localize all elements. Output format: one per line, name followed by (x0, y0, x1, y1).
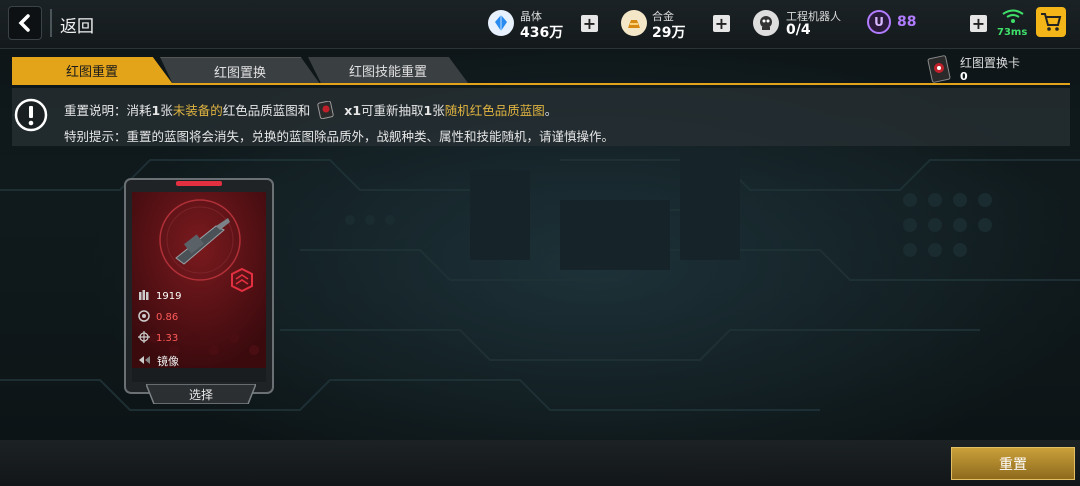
stat-accuracy: 1.33 (138, 331, 178, 346)
bottom-bar (0, 440, 1080, 486)
wifi-icon (1001, 8, 1025, 27)
add-crystal-button[interactable]: + (581, 15, 598, 32)
desc-end: 。 (544, 103, 558, 118)
alloy-icon (621, 10, 647, 36)
stat-skill: 镜像 (138, 353, 179, 369)
desc-mid2: 可重新抽取 (361, 103, 424, 118)
reset-button[interactable]: 重置 (951, 447, 1075, 480)
desc-x1: x1 (344, 103, 362, 118)
tab-underline (12, 83, 1070, 85)
back-label[interactable]: 返回 (60, 12, 94, 37)
blueprint-card[interactable]: 1919 0.86 1.33 镜像 (124, 178, 274, 394)
tab-reset[interactable]: 红图重置 (12, 57, 172, 83)
premium-value: 88 (897, 14, 917, 30)
stat-accuracy-value: 1.33 (156, 333, 179, 344)
desc-random: 随机红色品质蓝图 (444, 103, 545, 118)
stat-ammo: 1919 (138, 289, 181, 304)
stat-rate: 0.86 (138, 310, 178, 325)
exchange-card-count: 0 (960, 70, 968, 83)
tab-exchange[interactable]: 红图置换 (160, 57, 320, 84)
alloy-value: 29万 (652, 25, 686, 41)
desc-num2: 1 (423, 103, 433, 118)
skill-icon (138, 354, 151, 369)
add-premium-button[interactable]: + (970, 15, 987, 32)
select-button[interactable]: 选择 (146, 384, 256, 404)
small-card-icon (316, 100, 338, 122)
desc-prefix: 重置说明：消耗 (64, 103, 152, 118)
stat-ammo-value: 1919 (156, 291, 182, 302)
special-tip: 特别提示：重置的蓝图将会消失，兑换的蓝图除品质外，战舰种类、属性和技能随机，请谨… (64, 129, 615, 144)
select-label: 选择 (188, 388, 213, 402)
crystal-value: 436万 (520, 25, 564, 41)
shop-button[interactable] (1036, 7, 1066, 37)
divider (50, 9, 52, 37)
add-alloy-button[interactable]: + (713, 15, 730, 32)
exclamation-icon (14, 98, 48, 132)
back-button[interactable] (8, 6, 42, 40)
robot-icon (753, 10, 779, 36)
rate-icon (138, 310, 150, 325)
ammo-icon (138, 289, 150, 304)
stat-rate-value: 0.86 (156, 312, 179, 323)
desc-zhang1: 张 (160, 103, 173, 118)
exchange-card-label: 红图置换卡 (960, 56, 1021, 70)
desc-num1: 1 (151, 103, 161, 118)
tab-skill-reset[interactable]: 红图技能重置 (308, 57, 468, 83)
crystal-icon (488, 10, 514, 36)
exchange-card-icon (926, 55, 952, 83)
crosshair-icon (138, 331, 150, 346)
robot-value: 0/4 (786, 22, 811, 38)
ping-value: 73ms (997, 27, 1028, 38)
desc-unequipped: 未装备的 (172, 103, 223, 118)
stat-skill-value: 镜像 (157, 355, 179, 368)
desc-mid: 红色品质蓝图和 (222, 103, 311, 118)
chevron-left-icon (18, 14, 30, 32)
reset-description: 重置说明：消耗1张未装备的红色品质蓝图和 x1可重新抽取1张随机红色品质蓝图。 (64, 100, 557, 122)
premium-currency-icon: U (867, 10, 891, 34)
desc-zhang2: 张 (432, 103, 445, 118)
cart-icon (1041, 13, 1062, 31)
